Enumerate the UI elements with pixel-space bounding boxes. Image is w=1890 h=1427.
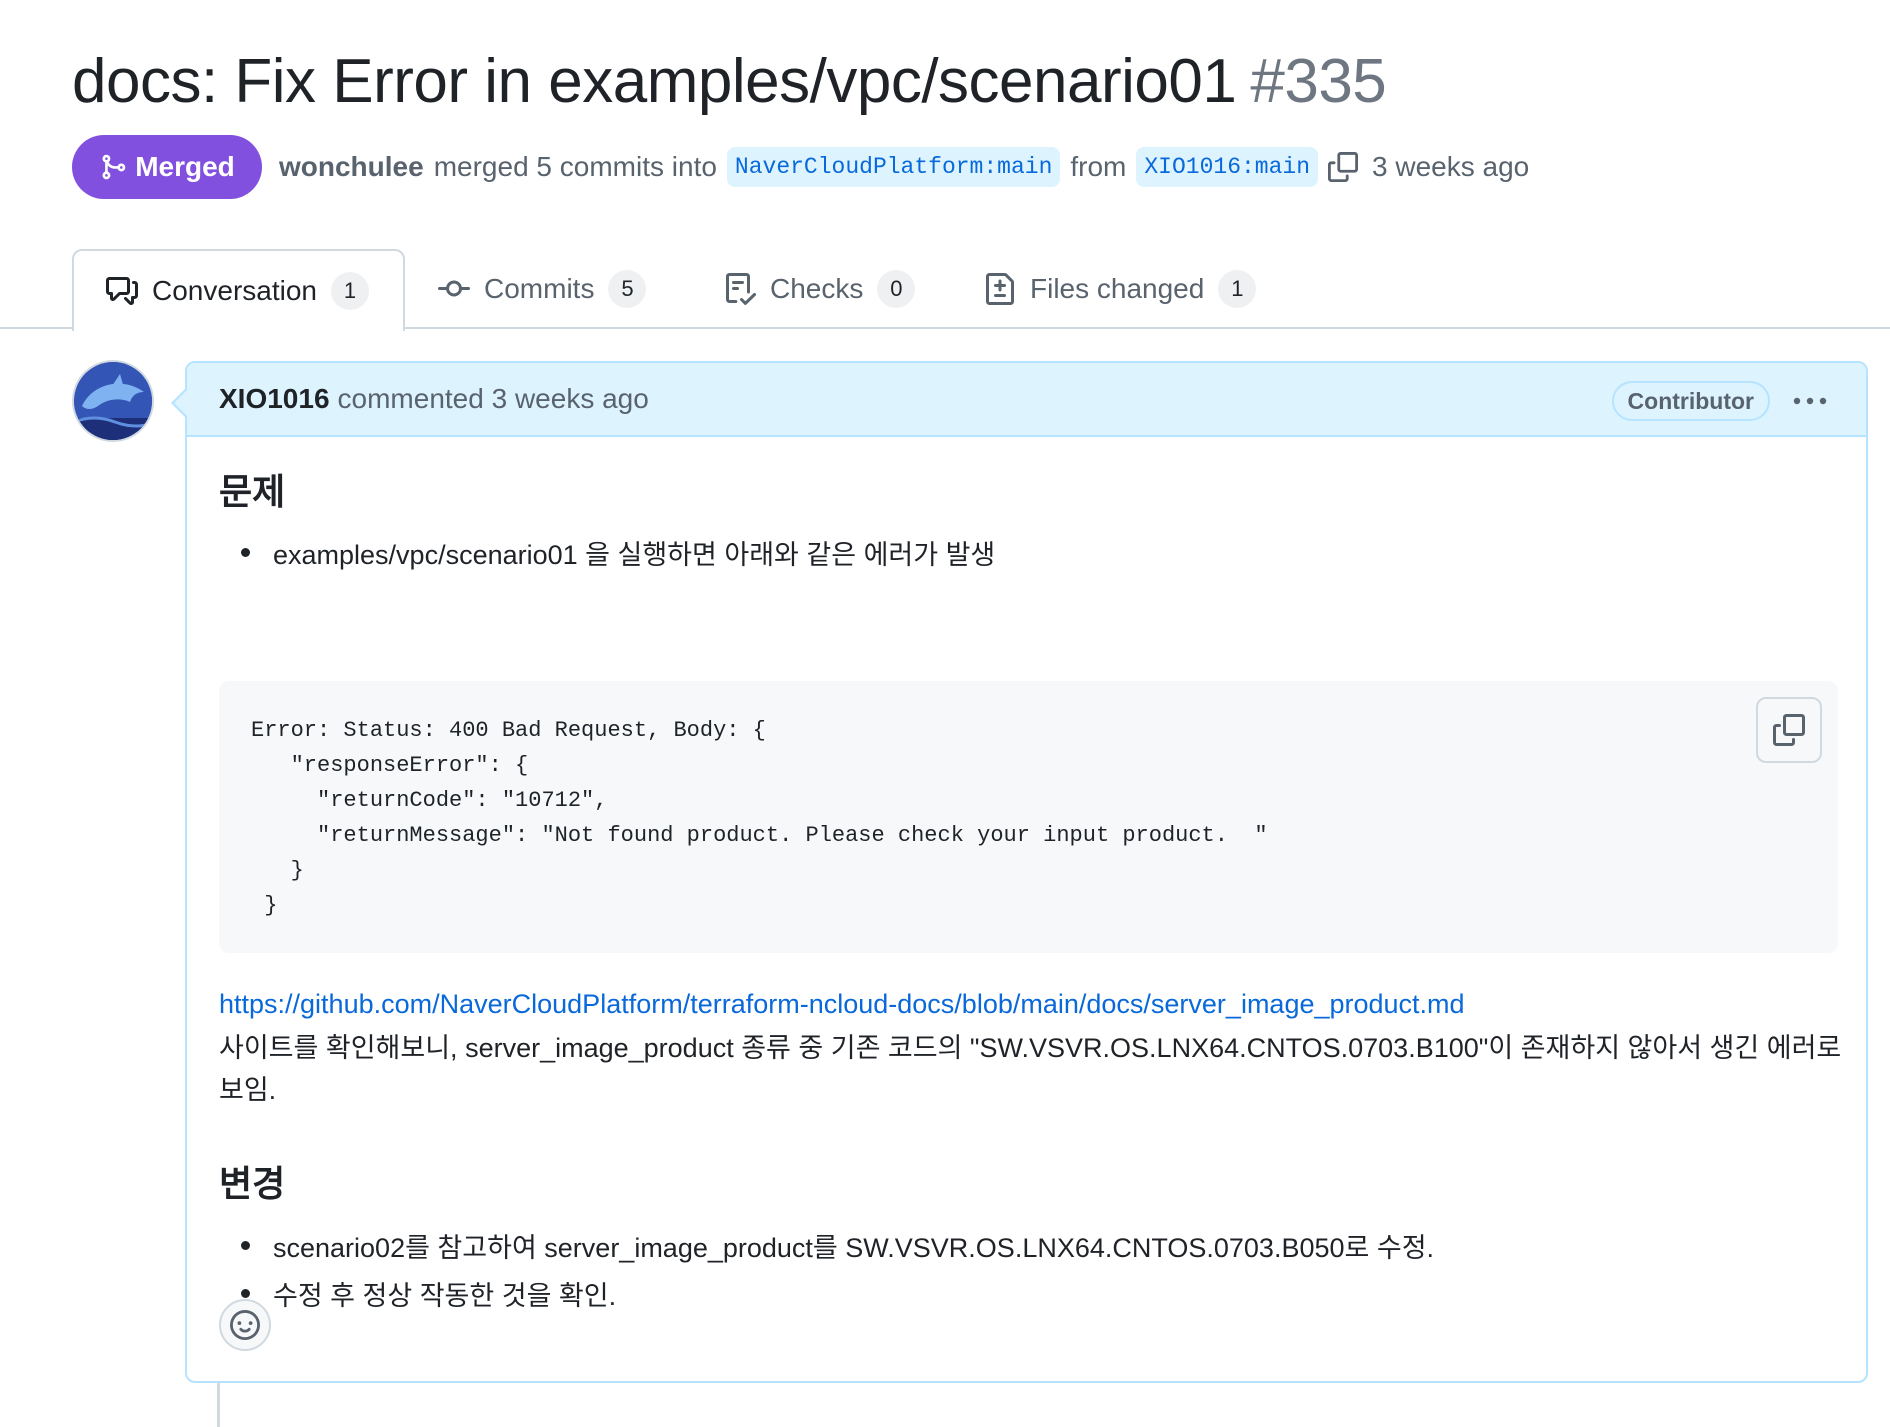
merger-link[interactable]: wonchulee xyxy=(279,151,424,183)
tab-counter: 1 xyxy=(330,272,369,310)
tab-label: Commits xyxy=(484,273,595,304)
avatar[interactable] xyxy=(72,360,154,442)
pr-title-text: docs: Fix Error in examples/vpc/scenario… xyxy=(72,47,1237,116)
comment-box: XIO1016 commented 3 weeks ago Contributo… xyxy=(171,361,1868,1383)
tab-commits[interactable]: Commits 5 xyxy=(438,249,647,329)
checklist-icon xyxy=(726,273,756,305)
list-item: examples/vpc/scenario01 을 실행하면 아래와 같은 에러… xyxy=(240,533,995,572)
comment-discussion-icon xyxy=(106,277,138,305)
explanation-paragraph: 사이트를 확인해보니, server_image_product 종류 중 기존… xyxy=(219,1033,1842,1105)
tab-label: Checks xyxy=(770,273,864,304)
comment-header: XIO1016 commented 3 weeks ago Contributo… xyxy=(187,363,1866,437)
file-diff-icon xyxy=(986,273,1014,305)
tab-label: Files changed xyxy=(1030,273,1205,304)
tab-label: Conversation xyxy=(152,275,317,306)
merged-text: merged 5 commits into xyxy=(433,151,717,182)
git-commit-icon xyxy=(438,280,470,297)
git-merge-icon xyxy=(102,154,126,180)
merged-state-badge: Merged xyxy=(72,135,262,199)
heading-problem: 문제 xyxy=(219,471,286,512)
smiley-icon xyxy=(230,1310,260,1340)
tab-counter: 1 xyxy=(1218,270,1257,308)
dolphin-avatar-image xyxy=(74,362,152,440)
pr-title: docs: Fix Error in examples/vpc/scenario… xyxy=(72,46,1387,117)
pull-request-page: docs: Fix Error in examples/vpc/scenario… xyxy=(0,0,1890,1427)
copy-code-button[interactable] xyxy=(1756,697,1822,763)
comment-author-link[interactable]: XIO1016 xyxy=(219,383,330,415)
kebab-menu-icon[interactable] xyxy=(1790,383,1830,419)
copy-icon xyxy=(1773,714,1805,746)
from-text: from xyxy=(1070,151,1127,182)
code-content: Error: Status: 400 Bad Request, Body: { … xyxy=(251,718,1268,918)
state-label: Merged xyxy=(135,151,235,182)
pr-tabs: Conversation 1 Commits 5 Checks 0 Files … xyxy=(0,249,1890,331)
contributor-badge: Contributor xyxy=(1611,381,1770,421)
heading-change: 변경 xyxy=(219,1163,286,1204)
tab-checks[interactable]: Checks 0 xyxy=(724,249,916,329)
tab-counter: 0 xyxy=(877,270,916,308)
tab-counter: 5 xyxy=(608,270,647,308)
list-item: scenario02를 참고하여 server_image_product를 S… xyxy=(240,1226,1434,1265)
merged-time: 3 weeks ago xyxy=(1372,151,1530,182)
head-branch[interactable]: XIO1016:main xyxy=(1136,147,1319,187)
tab-files-changed[interactable]: Files changed 1 xyxy=(984,249,1257,329)
base-branch[interactable]: NaverCloudPlatform:main xyxy=(726,147,1061,187)
comment-timestamp[interactable]: commented 3 weeks ago xyxy=(338,383,649,415)
docs-link[interactable]: https://github.com/NaverCloudPlatform/te… xyxy=(219,989,1465,1020)
tab-conversation[interactable]: Conversation 1 xyxy=(72,249,405,331)
pr-meta-line: wonchulee merged 5 commits into NaverClo… xyxy=(279,145,1529,189)
timeline-line xyxy=(217,1383,220,1427)
add-reaction-button[interactable] xyxy=(219,1299,271,1351)
code-block: Error: Status: 400 Bad Request, Body: { … xyxy=(219,681,1838,953)
list-item: 수정 후 정상 작동한 것을 확인. xyxy=(240,1274,616,1313)
copy-branch-icon[interactable] xyxy=(1328,150,1362,184)
pr-number: #335 xyxy=(1250,47,1387,116)
